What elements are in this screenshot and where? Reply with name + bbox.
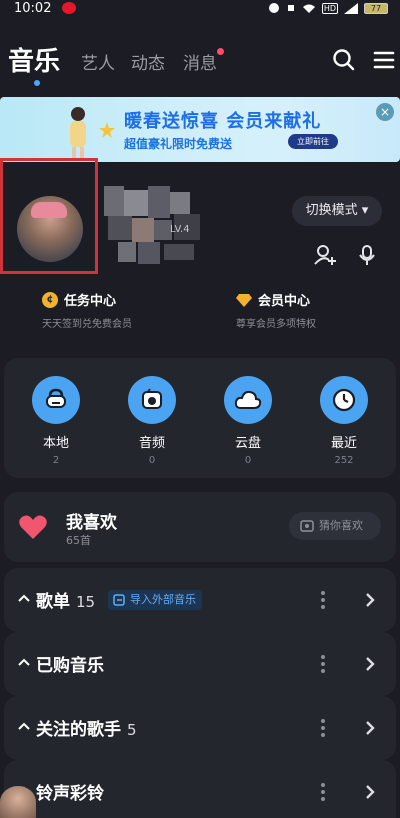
more-options-icon[interactable] <box>320 717 326 739</box>
section-label-followed-artists: 关注的歌手 5 <box>36 715 137 740</box>
local-music-icon <box>46 388 66 408</box>
mic-icon[interactable] <box>355 243 379 267</box>
hd-label: HD <box>321 2 338 14</box>
wifi-icon <box>302 4 315 13</box>
more-options-icon[interactable] <box>320 781 326 803</box>
active-tab-indicator <box>34 80 40 86</box>
collapse-icon[interactable] <box>18 594 30 602</box>
chevron-right-icon[interactable] <box>364 656 376 672</box>
tab-music[interactable]: 音乐 <box>8 41 60 78</box>
vip-center-subtitle: 尊享会员多项特权 <box>236 319 316 330</box>
import-icon <box>113 594 125 606</box>
section-title: 已购音乐 <box>36 656 104 676</box>
star-icon <box>99 122 115 138</box>
import-button-label: 导入外部音乐 <box>130 593 196 606</box>
library-count: 0 <box>148 455 156 466</box>
top-nav: 音乐 艺人 动态 消息 <box>8 38 395 86</box>
tab-feed[interactable]: 动态 <box>131 49 165 74</box>
cloud-icon <box>234 390 262 409</box>
mute-icon <box>287 5 294 11</box>
close-icon[interactable]: × <box>376 103 394 121</box>
status-bar: 10:02 HD 77 <box>0 0 400 18</box>
search-icon[interactable] <box>332 48 356 72</box>
banner-cta-button[interactable]: 立即前往 <box>288 134 338 149</box>
weibo-notification-icon <box>62 2 76 14</box>
promo-banner[interactable]: 暖春送惊喜 会员来献礼 超值豪礼限时免费送 立即前往 × <box>0 97 400 162</box>
section-count: 15 <box>76 593 96 611</box>
more-options-icon[interactable] <box>320 653 326 675</box>
collapse-icon[interactable] <box>18 658 30 666</box>
chevron-right-icon[interactable] <box>364 784 376 800</box>
section-title: 铃声彩铃 <box>36 784 104 804</box>
section-playlists[interactable]: 歌单 15 导入外部音乐 <box>4 568 396 632</box>
import-external-music-button[interactable]: 导入外部音乐 <box>108 590 202 610</box>
vip-center-title: 会员中心 <box>258 294 311 309</box>
status-icons: HD 77 <box>268 2 388 14</box>
chevron-right-icon[interactable] <box>364 592 376 608</box>
favorites-title: 我喜欢 <box>66 513 117 533</box>
library-count: 0 <box>244 455 252 466</box>
library-count: 252 <box>334 455 354 466</box>
library-label: 本地 <box>42 436 69 451</box>
signal-icon <box>344 2 358 14</box>
section-label-ringtones: 铃声彩铃 <box>36 779 104 804</box>
tab-artists[interactable]: 艺人 <box>81 49 115 74</box>
clock-icon <box>332 388 356 412</box>
audio-icon <box>142 388 162 409</box>
avatar-highlight-box <box>0 158 98 274</box>
section-label-playlists: 歌单 15 <box>36 587 95 612</box>
vip-center-link[interactable]: 会员中心 尊享会员多项特权 <box>236 290 316 330</box>
section-purchased[interactable]: 已购音乐 <box>4 632 396 696</box>
library-label: 音频 <box>138 436 165 451</box>
section-title: 关注的歌手 <box>36 720 121 740</box>
library-item-cloud[interactable]: 云盘 0 <box>208 376 288 466</box>
task-center-title: 任务中心 <box>64 294 117 309</box>
more-options-icon[interactable] <box>320 589 326 611</box>
chevron-right-icon[interactable] <box>364 720 376 736</box>
coin-icon: ¢ <box>42 291 58 308</box>
library-label: 最近 <box>330 436 357 451</box>
section-label-purchased: 已购音乐 <box>36 651 104 676</box>
music-video-icon <box>300 520 314 532</box>
library-item-audio[interactable]: 音频 0 <box>112 376 192 466</box>
library-item-recent[interactable]: 最近 252 <box>304 376 384 466</box>
level-badge: LV.4 <box>170 224 190 235</box>
diamond-icon <box>236 293 252 307</box>
section-title: 歌单 <box>36 592 70 612</box>
messages-badge <box>217 48 224 55</box>
favorites-count: 65首 <box>66 534 91 547</box>
menu-icon[interactable] <box>372 48 396 72</box>
heart-icon <box>19 515 47 539</box>
battery-icon: 77 <box>364 2 388 14</box>
alarm-icon <box>268 3 279 13</box>
status-time: 10:02 <box>14 1 52 16</box>
library-item-local[interactable]: 本地 2 <box>16 376 96 466</box>
task-center-link[interactable]: ¢ 任务中心 天天签到兑免费会员 <box>42 290 132 330</box>
section-followed-artists[interactable]: 关注的歌手 5 <box>4 696 396 760</box>
task-center-subtitle: 天天签到兑免费会员 <box>42 319 132 330</box>
switch-mode-button[interactable]: 切换模式 ▾ <box>292 196 382 226</box>
banner-illustration <box>70 107 86 159</box>
banner-title: 暖春送惊喜 会员来献礼 <box>124 111 322 132</box>
library-label: 云盘 <box>234 436 261 451</box>
library-count: 2 <box>52 455 60 466</box>
mini-player-avatar[interactable] <box>0 786 36 818</box>
section-ringtones[interactable]: 铃声彩铃 <box>4 760 396 818</box>
collapse-icon[interactable] <box>18 722 30 730</box>
add-user-icon[interactable] <box>313 243 337 267</box>
banner-subtitle: 超值豪礼限时免费送 <box>124 137 233 151</box>
tab-messages[interactable]: 消息 <box>183 49 217 74</box>
section-count: 5 <box>127 721 137 739</box>
